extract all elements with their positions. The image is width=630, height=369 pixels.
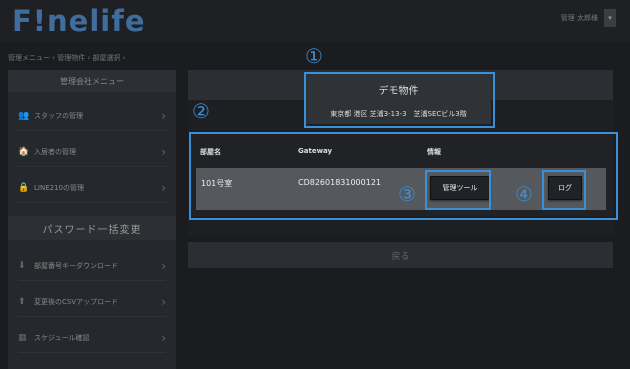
callout-number-3: ③ [398, 182, 416, 206]
sidebar: 管理会社メニュー 👥 スタッフの管理 › 🏠 入居者の管理 › 🔒 LINE21… [8, 70, 176, 369]
chevron-right-icon: › [161, 181, 166, 195]
chevron-right-icon: › [161, 109, 166, 123]
sidebar-item-key-download[interactable]: ⬇ 部屋番号キーダウンロード › [18, 252, 166, 281]
sidebar-item-label: 変更後のCSVアップロード [34, 298, 119, 306]
sidebar-item-label: スケジュール確認 [34, 334, 90, 342]
sidebar-item-label: スタッフの管理 [34, 112, 83, 120]
calendar-icon: ▦ [18, 333, 27, 343]
sidebar-item-label: 部屋番号キーダウンロード [34, 262, 118, 270]
callout-number-2: ② [192, 99, 210, 123]
download-icon: ⬇ [18, 261, 26, 271]
callout-box-3 [425, 170, 491, 210]
caret-down-icon[interactable]: ▾ [604, 9, 616, 27]
sidebar-item-line210[interactable]: 🔒 LINE210の管理 › [18, 174, 166, 203]
users-icon: 👥 [18, 111, 30, 121]
residents-icon: 🏠 [18, 147, 30, 157]
sidebar-item-label: 入居者の管理 [34, 148, 76, 156]
callout-number-1: ① [305, 44, 323, 68]
sidebar-item-schedule[interactable]: ▦ スケジュール確認 › [18, 324, 166, 353]
breadcrumb[interactable]: 管理メニュー › 管理物件 › 部屋選択 › [8, 53, 126, 63]
chevron-right-icon: › [161, 259, 166, 273]
sidebar-section-password: パスワード一括変更 [8, 216, 176, 240]
user-name: 管理 太郎様 [560, 14, 598, 22]
user-area: 管理 太郎様 ▾ [561, 9, 616, 27]
sidebar-item-staff[interactable]: 👥 スタッフの管理 › [18, 102, 166, 131]
sidebar-title: 管理会社メニュー [8, 70, 176, 92]
lock-icon: 🔒 [18, 183, 30, 193]
sidebar-item-csv-upload[interactable]: ⬆ 変更後のCSVアップロード › [18, 288, 166, 317]
callout-box-4 [542, 170, 586, 210]
upload-icon: ⬆ [18, 297, 26, 307]
callout-box-1 [304, 72, 495, 128]
sidebar-item-residents[interactable]: 🏠 入居者の管理 › [18, 138, 166, 167]
finelife-logo: F!nelife [12, 4, 146, 38]
callout-number-4: ④ [515, 182, 533, 206]
chevron-right-icon: › [161, 331, 166, 345]
top-bar: F!nelife 管理 太郎様 ▾ [0, 0, 630, 42]
chevron-right-icon: › [161, 145, 166, 159]
chevron-right-icon: › [161, 295, 166, 309]
sidebar-item-label: LINE210の管理 [34, 184, 84, 192]
back-button[interactable]: 戻る [188, 242, 613, 268]
